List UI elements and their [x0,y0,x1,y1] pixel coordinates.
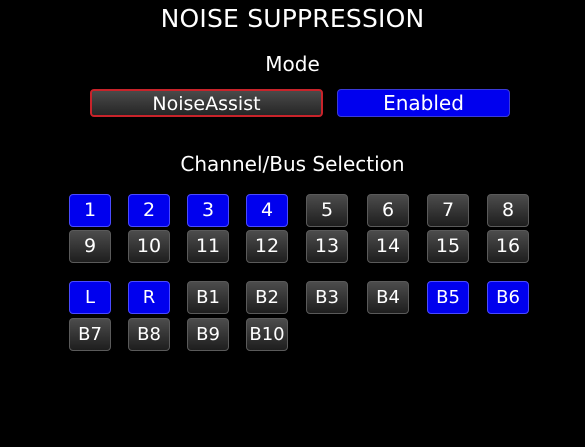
bus-button-b1[interactable]: B1 [187,281,229,314]
channel-button-3[interactable]: 3 [187,194,229,227]
bus-button-b5[interactable]: B5 [427,281,469,314]
channel-button-13[interactable]: 13 [306,230,348,263]
mode-label: Mode [265,52,320,76]
noise-mode-selector[interactable]: NoiseAssist [90,89,323,117]
channel-button-5[interactable]: 5 [306,194,348,227]
channel-button-6[interactable]: 6 [367,194,409,227]
channel-button-16[interactable]: 16 [487,230,529,263]
channel-button-4[interactable]: 4 [246,194,288,227]
channel-button-8[interactable]: 8 [487,194,529,227]
channel-button-10[interactable]: 10 [128,230,170,263]
bus-button-l[interactable]: L [69,281,111,314]
channel-button-11[interactable]: 11 [187,230,229,263]
page-title: NOISE SUPPRESSION [160,4,425,33]
bus-button-b6[interactable]: B6 [487,281,529,314]
channel-button-2[interactable]: 2 [128,194,170,227]
channel-bus-selection-label: Channel/Bus Selection [180,152,405,176]
channel-button-15[interactable]: 15 [427,230,469,263]
bus-button-b4[interactable]: B4 [367,281,409,314]
bus-button-r[interactable]: R [128,281,170,314]
bus-button-b2[interactable]: B2 [246,281,288,314]
enable-toggle[interactable]: Enabled [337,89,510,117]
channel-button-9[interactable]: 9 [69,230,111,263]
channel-button-7[interactable]: 7 [427,194,469,227]
channel-button-12[interactable]: 12 [246,230,288,263]
noise-suppression-screen: NOISE SUPPRESSION Mode NoiseAssist Enabl… [0,0,585,447]
bus-button-b7[interactable]: B7 [69,318,111,351]
channel-button-1[interactable]: 1 [69,194,111,227]
channel-button-14[interactable]: 14 [367,230,409,263]
bus-button-b3[interactable]: B3 [306,281,348,314]
bus-button-b9[interactable]: B9 [187,318,229,351]
bus-button-b10[interactable]: B10 [246,318,288,351]
bus-button-b8[interactable]: B8 [128,318,170,351]
